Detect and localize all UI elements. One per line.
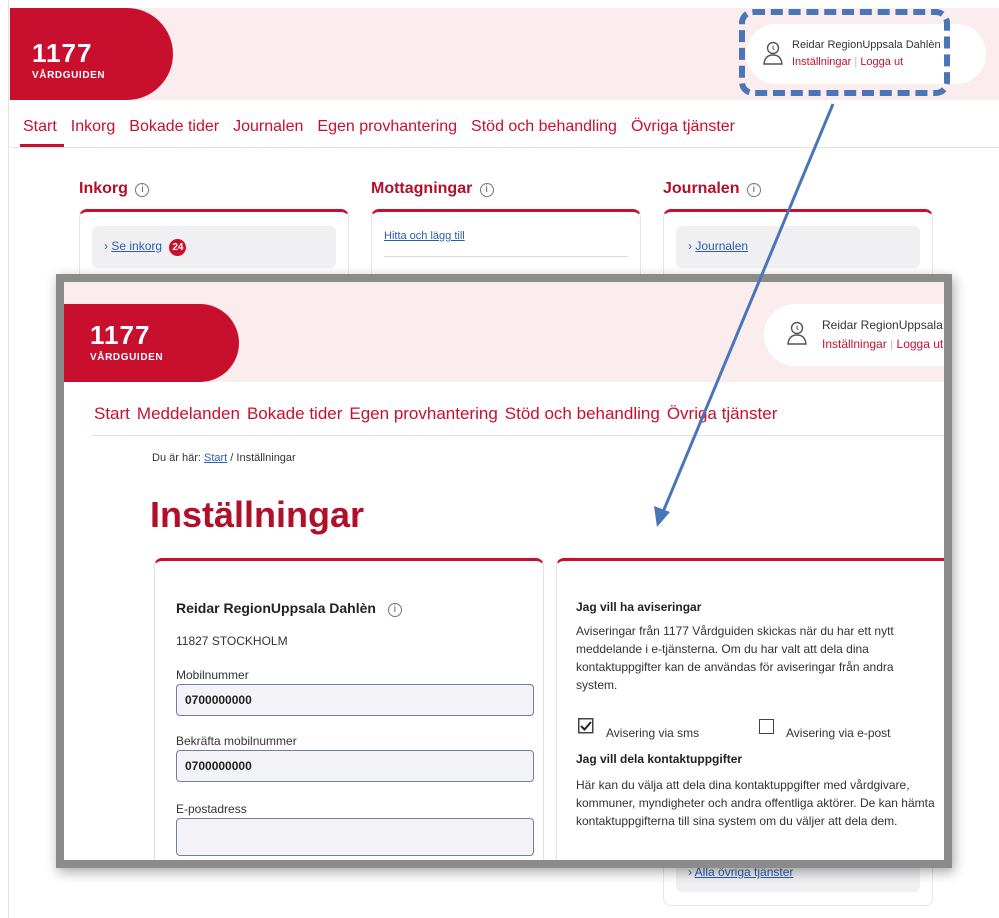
mobile-number-input[interactable] xyxy=(176,684,534,716)
journalen-link-row[interactable]: › Journalen xyxy=(676,226,920,268)
settings-link[interactable]: Inställningar xyxy=(822,337,887,351)
nav-ovriga-tjanster[interactable]: Övriga tjänster xyxy=(628,118,738,142)
mottagningar-title: Mottagningar xyxy=(371,180,473,197)
highlight-box xyxy=(739,9,950,96)
divider xyxy=(384,256,628,257)
user-name: Reidar RegionUppsala Dahlèn xyxy=(822,318,944,332)
unread-badge: 24 xyxy=(169,239,187,256)
nav-egen-provhantering[interactable]: Egen provhantering xyxy=(314,118,460,142)
breadcrumb: Du är här: Start / Inställningar xyxy=(152,452,296,464)
checkmark-icon xyxy=(578,718,594,734)
settings-window: 1177 VÅRDGUIDEN Reidar RegionUppsala Dah… xyxy=(56,274,952,868)
person-name: Reidar RegionUppsala Dahlèn xyxy=(176,600,376,616)
se-inkorg-link[interactable]: Se inkorg xyxy=(111,239,162,253)
nav-start[interactable]: Start xyxy=(20,118,60,142)
info-icon[interactable]: i xyxy=(135,183,150,197)
notifications-text: Aviseringar från 1177 Vårdguiden skickas… xyxy=(576,624,894,692)
nav-bokade-tider[interactable]: Bokade tider xyxy=(247,404,342,424)
nav-divider xyxy=(10,147,999,148)
breadcrumb-start-link[interactable]: Start xyxy=(204,452,227,464)
chevron-right-icon: › xyxy=(688,239,692,253)
sms-label: Avisering via sms xyxy=(606,726,700,740)
notifications-heading: Jag vill ha aviseringar xyxy=(576,600,702,614)
nav-egen-provhantering[interactable]: Egen provhantering xyxy=(349,404,497,424)
settings-logo[interactable]: 1177 VÅRDGUIDEN xyxy=(64,304,239,382)
journalen-title: Journalen xyxy=(663,180,740,197)
hitta-och-lagg-till-link[interactable]: Hitta och lägg till xyxy=(384,230,465,242)
page-edge xyxy=(8,0,9,918)
nav-start[interactable]: Start xyxy=(94,404,130,424)
confirm-mobile-label: Bekräfta mobilnummer xyxy=(176,734,297,748)
logo-subtitle: VÅRDGUIDEN xyxy=(32,70,106,81)
person-address: 11827 STOCKHOLM xyxy=(176,634,288,648)
info-icon[interactable]: i xyxy=(479,183,494,197)
logo[interactable]: 1177 VÅRDGUIDEN xyxy=(10,8,173,100)
sms-checkbox[interactable] xyxy=(578,718,594,734)
email-label: E-postadress xyxy=(176,802,247,816)
link-separator: | xyxy=(890,337,894,351)
inkorg-heading: Inkorg i xyxy=(79,180,150,198)
mobile-label: Mobilnummer xyxy=(176,668,249,682)
nav-ovriga-tjanster[interactable]: Övriga tjänster xyxy=(667,404,778,424)
breadcrumb-prefix: Du är här: xyxy=(152,452,201,464)
email-input[interactable] xyxy=(176,818,534,856)
email-notification-label: Avisering via e-post xyxy=(786,726,891,740)
mottagningar-heading: Mottagningar i xyxy=(371,180,494,198)
nav-bokade-tider[interactable]: Bokade tider xyxy=(126,118,222,142)
user-icon xyxy=(787,321,807,345)
settings-main-nav: Start Meddelanden Bokade tider Egen prov… xyxy=(94,404,777,424)
share-text: Här kan du välja att dela dina kontaktup… xyxy=(576,778,935,828)
logo-subtitle: VÅRDGUIDEN xyxy=(90,352,164,363)
logout-link[interactable]: Logga ut xyxy=(897,337,944,351)
journalen-heading: Journalen i xyxy=(663,180,761,198)
nav-journalen[interactable]: Journalen xyxy=(230,118,306,142)
info-icon[interactable]: i xyxy=(746,183,761,197)
user-links: Inställningar | Logga ut xyxy=(822,337,943,351)
email-checkbox[interactable] xyxy=(759,719,774,734)
nav-divider xyxy=(92,435,944,436)
nav-stod-och-behandling[interactable]: Stöd och behandling xyxy=(468,118,620,142)
share-heading: Jag vill dela kontaktuppgifter xyxy=(576,752,743,766)
inkorg-title: Inkorg xyxy=(79,180,128,197)
page-title: Inställningar xyxy=(150,494,365,535)
journalen-link[interactable]: Journalen xyxy=(695,239,748,253)
nav-stod-och-behandling[interactable]: Stöd och behandling xyxy=(505,404,660,424)
confirm-mobile-input[interactable] xyxy=(176,750,534,782)
nav-meddelanden[interactable]: Meddelanden xyxy=(137,404,240,424)
person-name-row: Reidar RegionUppsala Dahlèn i xyxy=(176,600,402,617)
logo-number: 1177 xyxy=(90,320,151,350)
main-nav: Start Inkorg Bokade tider Journalen Egen… xyxy=(20,118,738,142)
settings-user-menu: Reidar RegionUppsala Dahlèn Inställninga… xyxy=(764,304,944,366)
inkorg-link-row[interactable]: › Se inkorg 24 xyxy=(92,226,336,268)
nav-inkorg[interactable]: Inkorg xyxy=(68,118,118,142)
breadcrumb-current: / Inställningar xyxy=(230,452,296,464)
chevron-right-icon: › xyxy=(104,239,108,253)
logo-number: 1177 xyxy=(32,38,93,68)
info-icon[interactable]: i xyxy=(387,603,402,617)
